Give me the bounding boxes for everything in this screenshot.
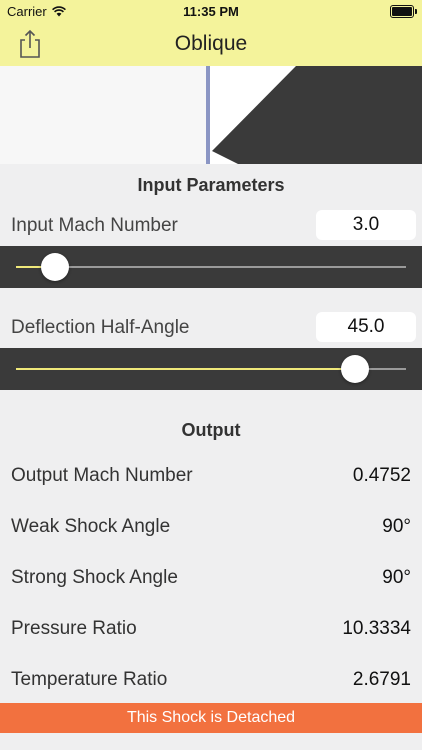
input-mach-slider[interactable] — [0, 246, 422, 288]
shock-line — [206, 66, 210, 164]
input-mach-field[interactable]: 3.0 — [316, 210, 416, 240]
input-parameters-header: Input Parameters — [137, 175, 285, 195]
output-row: Temperature Ratio 2.6791 — [0, 661, 422, 701]
weak-shock-angle-label: Weak Shock Angle — [11, 516, 171, 537]
shock-diagram — [0, 66, 422, 164]
pressure-ratio-value: 10.3334 — [342, 618, 411, 639]
temperature-ratio-label: Temperature Ratio — [11, 669, 168, 690]
pressure-ratio-label: Pressure Ratio — [11, 618, 137, 639]
detached-shock-banner: This Shock is Detached — [0, 703, 422, 733]
strong-shock-angle-value: 90° — [382, 567, 411, 588]
deflection-angle-field[interactable]: 45.0 — [316, 312, 416, 342]
weak-shock-angle-value: 90° — [382, 516, 411, 537]
slider-track — [16, 266, 406, 268]
clock: 11:35 PM — [183, 4, 239, 19]
output-mach-label: Output Mach Number — [11, 465, 193, 486]
navigation-bar: Oblique — [0, 22, 422, 66]
output-mach-value: 0.4752 — [352, 465, 411, 486]
status-bar: Carrier 11:35 PM — [0, 0, 422, 22]
output-row: Strong Shock Angle 90° — [0, 559, 422, 599]
slider-thumb[interactable] — [341, 355, 370, 383]
output-header: Output — [181, 420, 241, 440]
slider-thumb[interactable] — [41, 253, 69, 281]
output-row: Pressure Ratio 10.3334 — [0, 610, 422, 650]
input-mach-label: Input Mach Number — [11, 215, 178, 236]
output-row: Weak Shock Angle 90° — [0, 508, 422, 548]
battery-icon — [390, 5, 417, 18]
slider-fill — [16, 368, 356, 370]
temperature-ratio-value: 2.6791 — [352, 669, 411, 690]
strong-shock-angle-label: Strong Shock Angle — [11, 567, 178, 588]
page-title: Oblique — [174, 32, 248, 55]
deflection-angle-label: Deflection Half-Angle — [11, 317, 190, 338]
deflection-angle-slider[interactable] — [0, 348, 422, 390]
output-row: Output Mach Number 0.4752 — [0, 457, 422, 497]
